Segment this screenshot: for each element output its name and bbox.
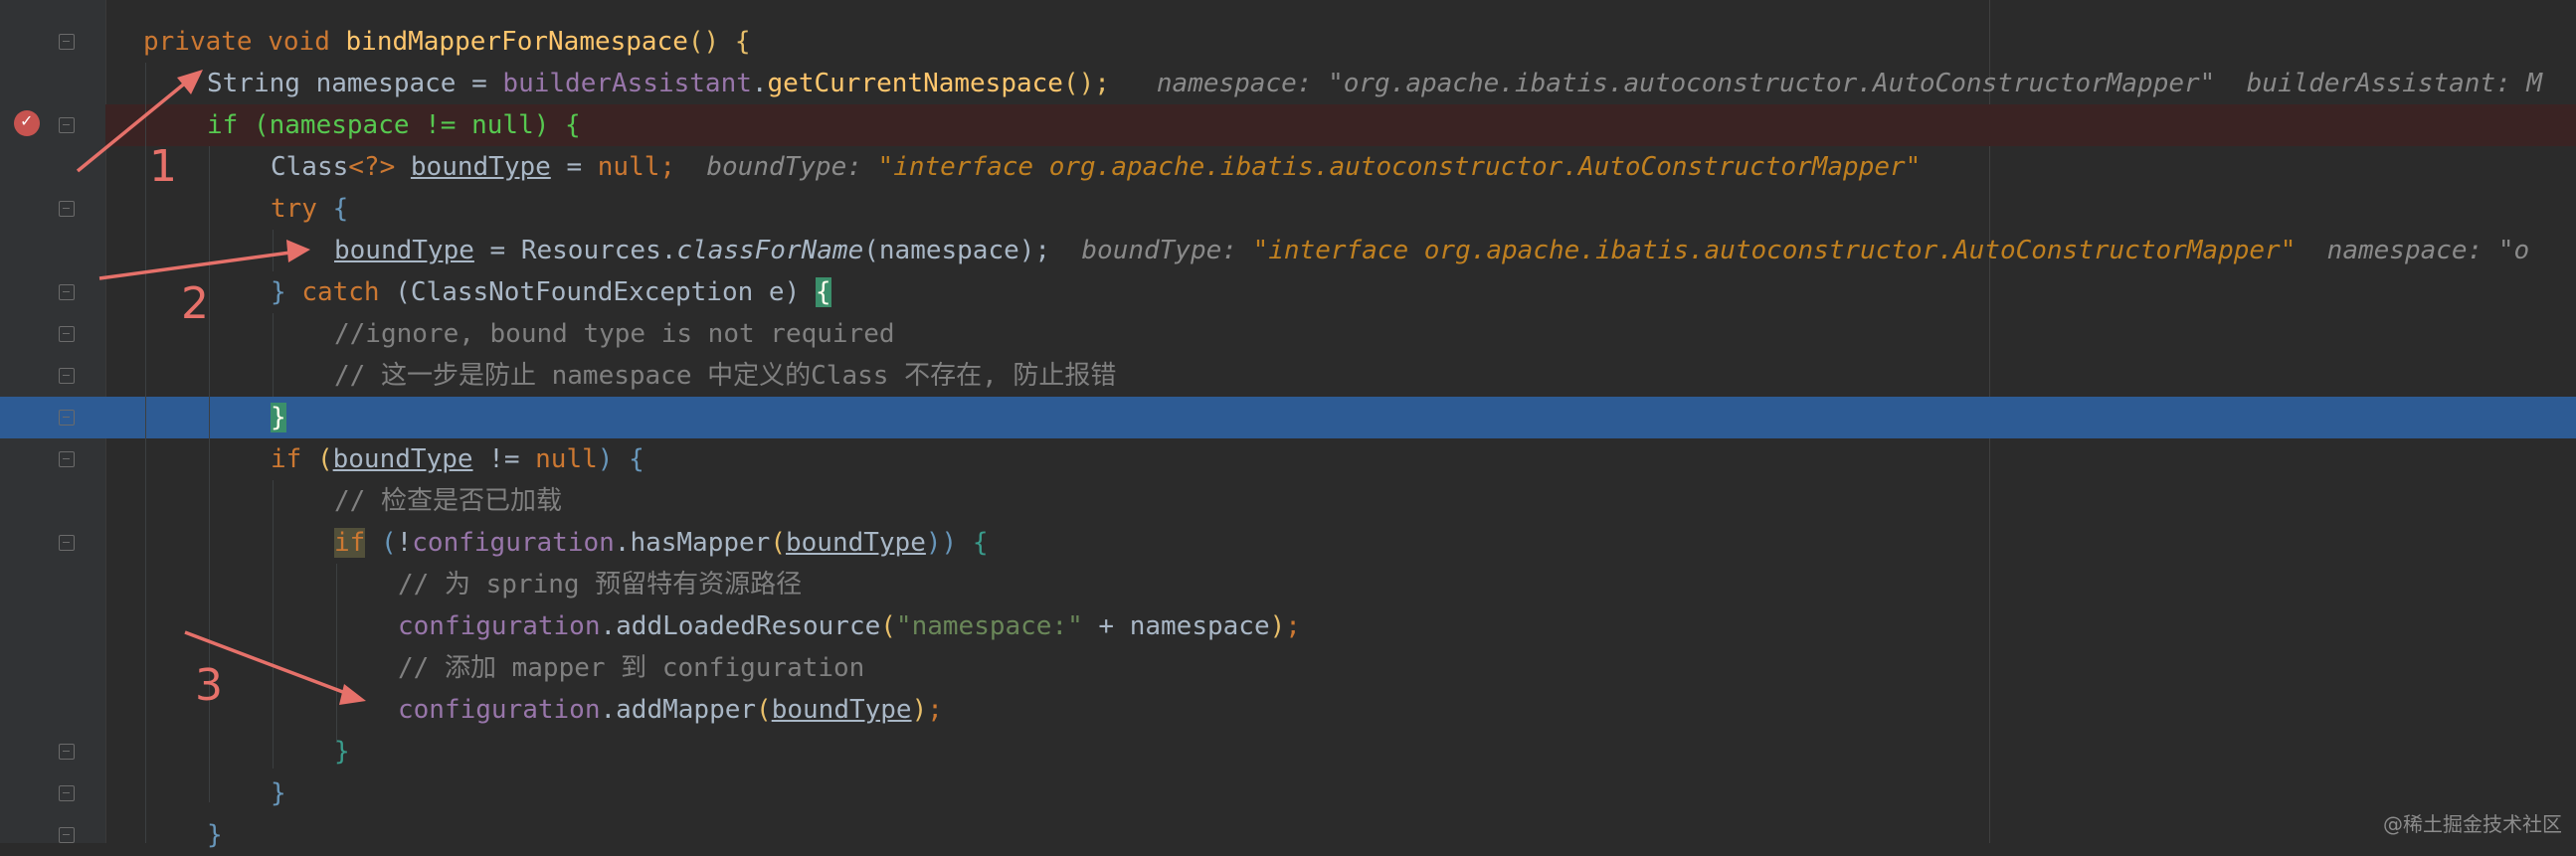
watermark: @稀土掘金技术社区	[2383, 812, 2562, 836]
code-editor[interactable]: private void bindMapperForNamespace() { …	[0, 0, 2576, 850]
annotation-label-2: 2	[181, 278, 209, 329]
arrow-2-icon	[98, 251, 291, 280]
arrow-2-head-icon	[286, 240, 310, 262]
arrow-3-head-icon	[339, 684, 366, 705]
annotation-label-1: 1	[149, 141, 177, 192]
annotation-label-3: 3	[195, 660, 223, 711]
annotation-arrows	[76, 70, 366, 705]
arrow-1-head-icon	[177, 70, 203, 94]
